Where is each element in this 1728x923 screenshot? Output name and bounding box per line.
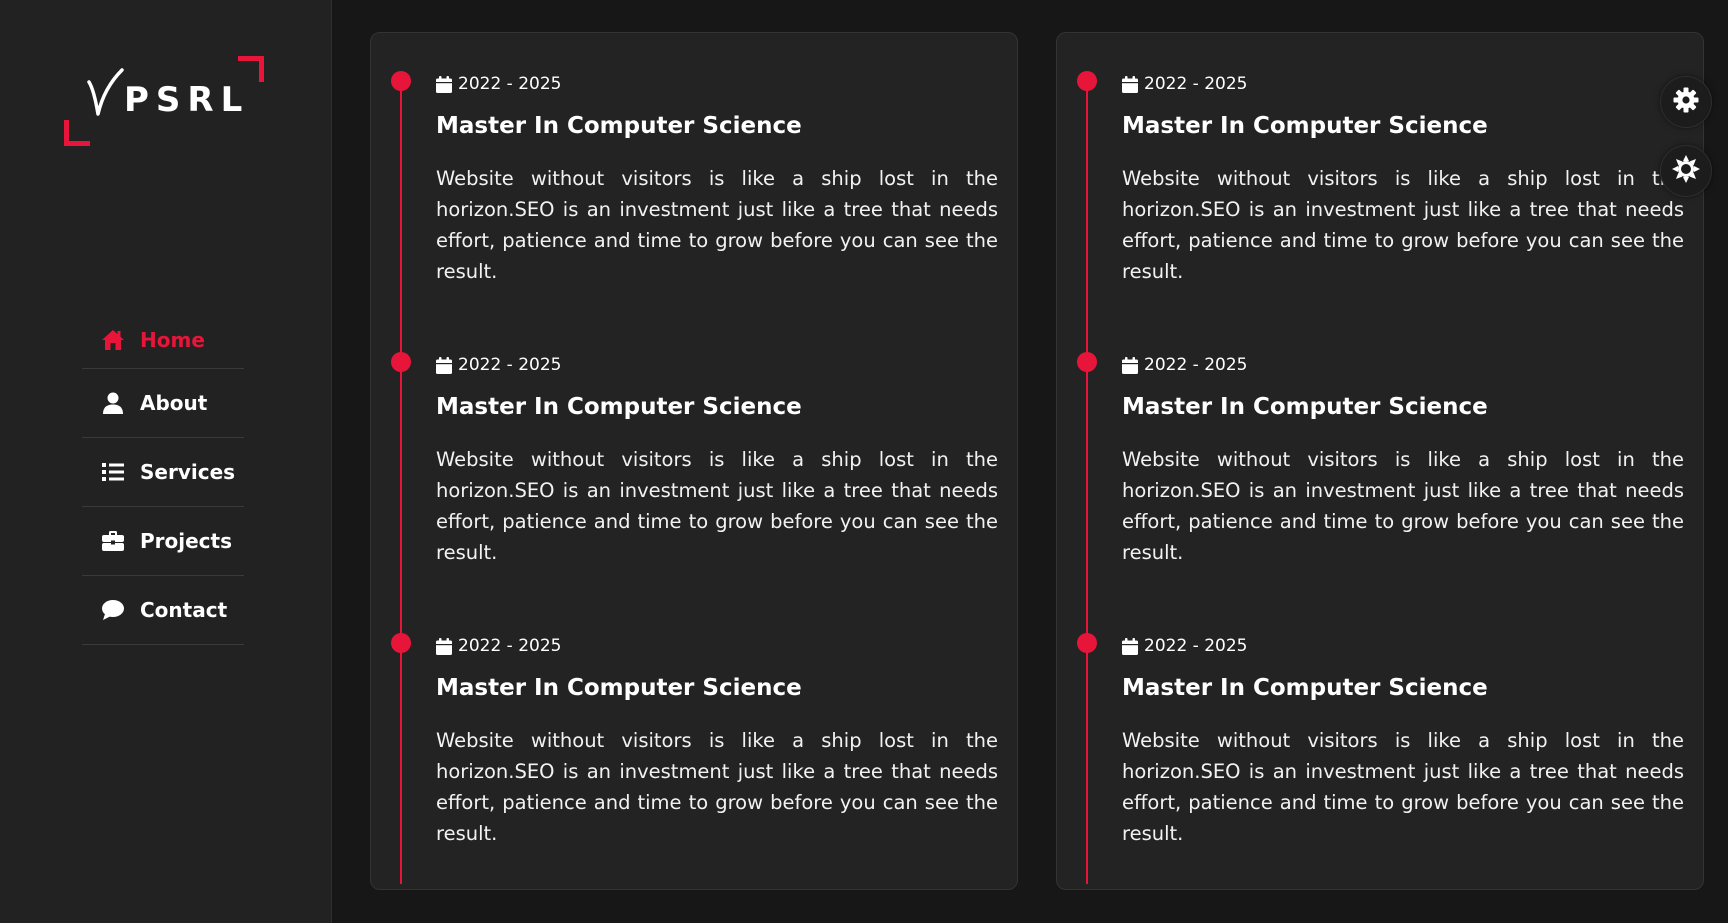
nav-label-services: Services [140,460,236,484]
briefcase-icon [100,528,126,554]
theme-toggle-button[interactable] [1660,145,1712,197]
timeline-dot [1077,633,1097,653]
nav-label-about: About [140,391,208,415]
entry-description: Website without visitors is like a ship … [436,729,998,845]
sidebar: PSRL Home About Services Projects Contac… [0,0,332,923]
settings-button[interactable] [1660,76,1712,128]
chat-icon [100,597,126,623]
logo-check-mark [87,68,124,116]
timeline-dot [1077,352,1097,372]
entry-title: Master In Computer Science [436,675,802,701]
sun-icon [1672,155,1700,187]
education-card-left: 2022 - 2025 Master In Computer Science W… [370,32,1018,890]
entry-date: 2022 - 2025 [436,74,561,94]
calendar-icon [436,356,452,374]
nav-item-projects[interactable]: Projects [82,507,244,576]
main-nav: Home About Services Projects Contact [82,312,244,645]
timeline-line [400,79,402,884]
timeline-dot [391,71,411,91]
nav-label-home: Home [140,328,205,352]
calendar-icon [436,637,452,655]
timeline-line [1086,79,1088,884]
nav-label-contact: Contact [140,598,228,622]
gear-icon [1673,87,1699,117]
nav-item-about[interactable]: About [82,369,244,438]
logo-text: PSRL [124,80,250,120]
entry-date: 2022 - 2025 [1122,355,1247,375]
logo-corner-top-right [238,56,264,82]
nav-item-home[interactable]: Home [82,312,244,369]
nav-item-services[interactable]: Services [82,438,244,507]
entry-title: Master In Computer Science [1122,113,1488,139]
entry-date-text: 2022 - 2025 [1144,74,1248,94]
calendar-icon [436,75,452,93]
education-card-right: 2022 - 2025 Master In Computer Science W… [1056,32,1704,890]
logo-corner-bottom-left [64,120,90,146]
entry-description: Website without visitors is like a ship … [436,167,998,283]
entry-date: 2022 - 2025 [436,636,561,656]
entry-description: Website without visitors is like a ship … [1122,167,1684,283]
entry-date-text: 2022 - 2025 [458,636,562,656]
entry-description: Website without visitors is like a ship … [436,448,998,564]
entry-title: Master In Computer Science [436,113,802,139]
entry-description: Website without visitors is like a ship … [1122,448,1684,564]
entry-title: Master In Computer Science [1122,394,1488,420]
entry-title: Master In Computer Science [1122,675,1488,701]
entry-title: Master In Computer Science [436,394,802,420]
entry-date: 2022 - 2025 [1122,74,1247,94]
logo[interactable]: PSRL [64,56,264,146]
entry-date-text: 2022 - 2025 [458,355,562,375]
calendar-icon [1122,356,1138,374]
entry-date-text: 2022 - 2025 [1144,636,1248,656]
home-icon [100,327,126,353]
entry-date-text: 2022 - 2025 [458,74,562,94]
nav-item-contact[interactable]: Contact [82,576,244,645]
entry-date: 2022 - 2025 [436,355,561,375]
user-icon [100,390,126,416]
list-icon [100,459,126,485]
timeline-dot [391,633,411,653]
entry-date: 2022 - 2025 [1122,636,1247,656]
nav-label-projects: Projects [140,529,233,553]
calendar-icon [1122,637,1138,655]
entry-description: Website without visitors is like a ship … [1122,729,1684,845]
calendar-icon [1122,75,1138,93]
timeline-dot [1077,71,1097,91]
entry-date-text: 2022 - 2025 [1144,355,1248,375]
timeline-dot [391,352,411,372]
